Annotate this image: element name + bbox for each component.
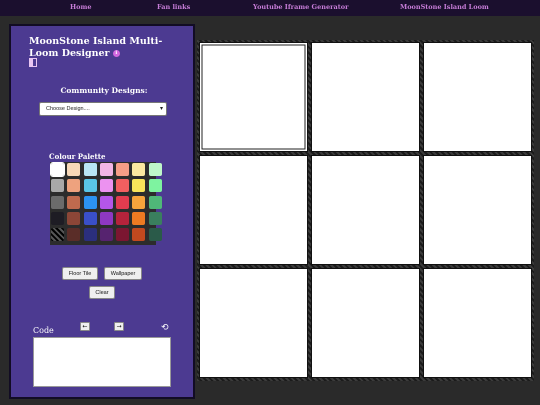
colour-swatch[interactable] [83,211,97,225]
colour-swatch[interactable] [99,195,113,209]
loom-tile[interactable] [423,268,532,378]
colour-swatch[interactable] [67,163,81,176]
arrow-right-icon[interactable]: → [114,322,124,331]
colour-swatch[interactable] [51,211,64,225]
colour-swatch[interactable] [51,179,64,193]
loom-tile[interactable] [199,42,308,152]
colour-swatch[interactable] [83,228,97,242]
loom-tile[interactable] [199,155,308,265]
colour-swatch[interactable] [116,211,130,225]
colour-swatch[interactable] [148,163,162,176]
book-icon[interactable] [29,58,37,67]
loom-tile[interactable] [311,42,420,152]
clear-button[interactable]: Clear [89,286,115,299]
title-text: MoonStone Island Multi-Loom Designer [29,36,163,59]
colour-swatch[interactable] [83,179,97,193]
arrow-left-icon[interactable]: ← [80,322,90,331]
loom-tile[interactable] [311,155,420,265]
colour-swatch[interactable] [132,179,146,193]
loom-tile[interactable] [423,155,532,265]
nav-youtube-iframe-generator[interactable]: Youtube Iframe Generator [253,3,349,11]
colour-swatch[interactable] [148,195,162,209]
code-label: Code [33,326,54,335]
nav-moonstone-island-loom[interactable]: MoonStone Island Loom [400,3,489,11]
loom-tile[interactable] [423,42,532,152]
colour-swatch[interactable] [99,163,113,176]
colour-palette [50,162,162,245]
colour-swatch[interactable] [116,195,130,209]
colour-swatch[interactable] [51,228,64,242]
wallpaper-button[interactable]: Wallpaper [104,267,142,280]
colour-swatch[interactable] [132,211,146,225]
colour-swatch[interactable] [132,163,146,176]
chevron-down-icon: ▾ [159,106,163,112]
colour-swatch[interactable] [116,163,130,176]
colour-swatch[interactable] [50,162,65,177]
colour-swatch[interactable] [67,228,81,242]
community-design-select[interactable]: Choose Design.... ▾ [39,102,167,116]
colour-swatch[interactable] [67,211,81,225]
colour-swatch[interactable] [148,179,162,193]
loom-tile[interactable] [311,268,420,378]
sidebar: MoonStone Island Multi-Loom Designer i C… [9,24,195,399]
colour-swatch[interactable] [148,228,162,242]
loom-tile[interactable] [199,268,308,378]
loom-grid [197,40,534,381]
colour-swatch[interactable] [51,195,64,209]
nav-fan-links[interactable]: Fan links [157,3,190,11]
community-designs-label: Community Designs: [60,86,148,95]
colour-swatch[interactable] [132,195,146,209]
colour-palette-label: Colour Palette [49,152,106,161]
colour-swatch[interactable] [116,179,130,193]
page-title: MoonStone Island Multi-Loom Designer i [29,36,179,60]
colour-swatch[interactable] [132,228,146,242]
colour-swatch[interactable] [99,228,113,242]
select-value: Choose Design.... [46,106,90,112]
colour-swatch[interactable] [67,195,81,209]
colour-swatch[interactable] [116,228,130,242]
colour-swatch[interactable] [83,163,97,176]
colour-swatch[interactable] [148,211,162,225]
top-nav: Home Fan links Youtube Iframe Generator … [0,0,540,16]
colour-swatch[interactable] [83,195,97,209]
floor-tile-button[interactable]: Floor Tile [62,267,98,280]
colour-swatch[interactable] [99,179,113,193]
info-icon[interactable]: i [112,50,120,57]
nav-home[interactable]: Home [70,3,92,11]
code-textarea[interactable] [33,337,171,387]
colour-swatch[interactable] [67,179,81,193]
refresh-icon[interactable]: ⟲ [161,323,169,333]
colour-swatch[interactable] [99,211,113,225]
